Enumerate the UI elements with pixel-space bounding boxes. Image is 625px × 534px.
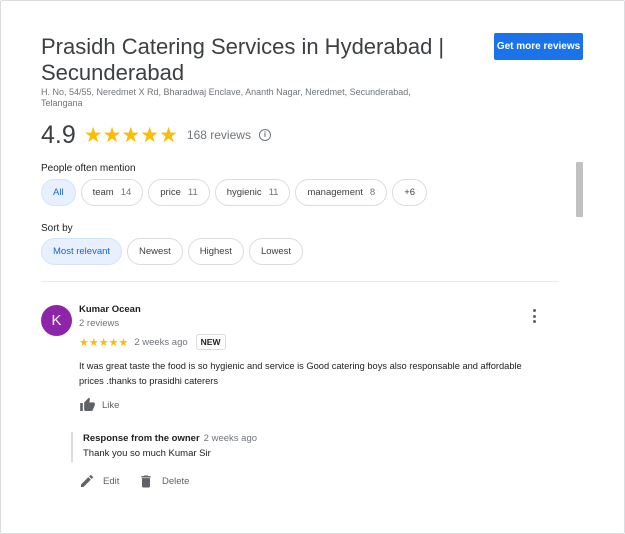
sort-highest[interactable]: Highest: [187, 238, 244, 265]
mention-chip-more[interactable]: +6: [392, 179, 428, 206]
edit-label: Edit: [103, 475, 120, 487]
reviewer-review-count: 2 reviews: [79, 318, 120, 329]
edit-icon: [81, 474, 94, 487]
edit-button[interactable]: Edit: [79, 472, 119, 490]
avatar[interactable]: K: [41, 305, 72, 336]
chip-count: 11: [187, 187, 198, 198]
sort-newest[interactable]: Newest: [127, 238, 183, 265]
delete-button[interactable]: Delete: [138, 472, 189, 490]
chip-count: 8: [369, 187, 376, 198]
mention-chip-all[interactable]: All: [41, 179, 76, 206]
mention-chip-team[interactable]: team 14: [80, 179, 144, 206]
chip-label: price: [160, 187, 181, 198]
chip-label: +6: [404, 187, 416, 198]
review-text: It was great taste the food is so hygien…: [79, 361, 522, 386]
divider: [41, 281, 559, 282]
sort-lowest[interactable]: Lowest: [248, 238, 304, 265]
review-date: 2 weeks ago: [134, 336, 188, 348]
scrollbar-thumb[interactable]: [576, 162, 583, 217]
review-meta: ★★★★★ 2 weeks ago NEW: [79, 334, 226, 350]
owner-response-title: Response from the owner: [83, 433, 200, 444]
sort-most-relevant[interactable]: Most relevant: [41, 238, 123, 265]
get-more-reviews-button[interactable]: Get more reviews: [494, 33, 583, 60]
mentions-label: People often mention: [41, 163, 136, 174]
sort-label: Sort by: [41, 223, 73, 234]
chip-count: 14: [120, 187, 132, 198]
chip-label: management: [307, 187, 363, 198]
owner-response-text: Thank you so much Kumar Sir: [83, 448, 211, 459]
chip-count: 11: [268, 187, 279, 198]
mention-chips: All team 14 price 11 hygienic 11 management…: [41, 179, 428, 206]
sort-options: Most relevant Newest Highest Lowest: [41, 238, 304, 265]
mention-chip-price[interactable]: price 11: [148, 179, 210, 206]
rating-value: 4.9: [41, 120, 76, 149]
like-label: Like: [102, 399, 120, 411]
delete-label: Delete: [162, 475, 190, 487]
like-button[interactable]: Like: [79, 396, 119, 414]
rating-summary: 4.9 ★★★★★ 168 reviews i: [41, 121, 271, 149]
mention-chip-hygienic[interactable]: hygienic 11: [214, 179, 291, 206]
owner-response: Response from the owner 2 weeks ago Thank…: [71, 432, 371, 462]
business-name: Prasidh Catering Services in Hyderabad |…: [41, 34, 445, 85]
review-count[interactable]: 168 reviews: [187, 128, 251, 142]
rating-stars: ★★★★★: [83, 123, 178, 147]
chip-label: All: [53, 187, 64, 198]
business-address: H. No, 54/55, Neredmet X Rd, Bharadwaj E…: [41, 87, 411, 108]
review-stars: ★★★★★: [79, 336, 129, 349]
trash-icon: [141, 475, 151, 487]
mention-chip-management[interactable]: management 8: [295, 179, 388, 206]
thumbs-up-icon: [80, 397, 95, 411]
more-options-icon[interactable]: [527, 307, 541, 325]
chip-label: team: [92, 187, 114, 198]
new-badge: NEW: [195, 334, 226, 350]
owner-response-date: 2 weeks ago: [203, 433, 258, 444]
info-icon[interactable]: i: [258, 129, 271, 141]
reviewer-name[interactable]: Kumar Ocean: [79, 304, 141, 315]
chip-label: hygienic: [226, 187, 262, 198]
